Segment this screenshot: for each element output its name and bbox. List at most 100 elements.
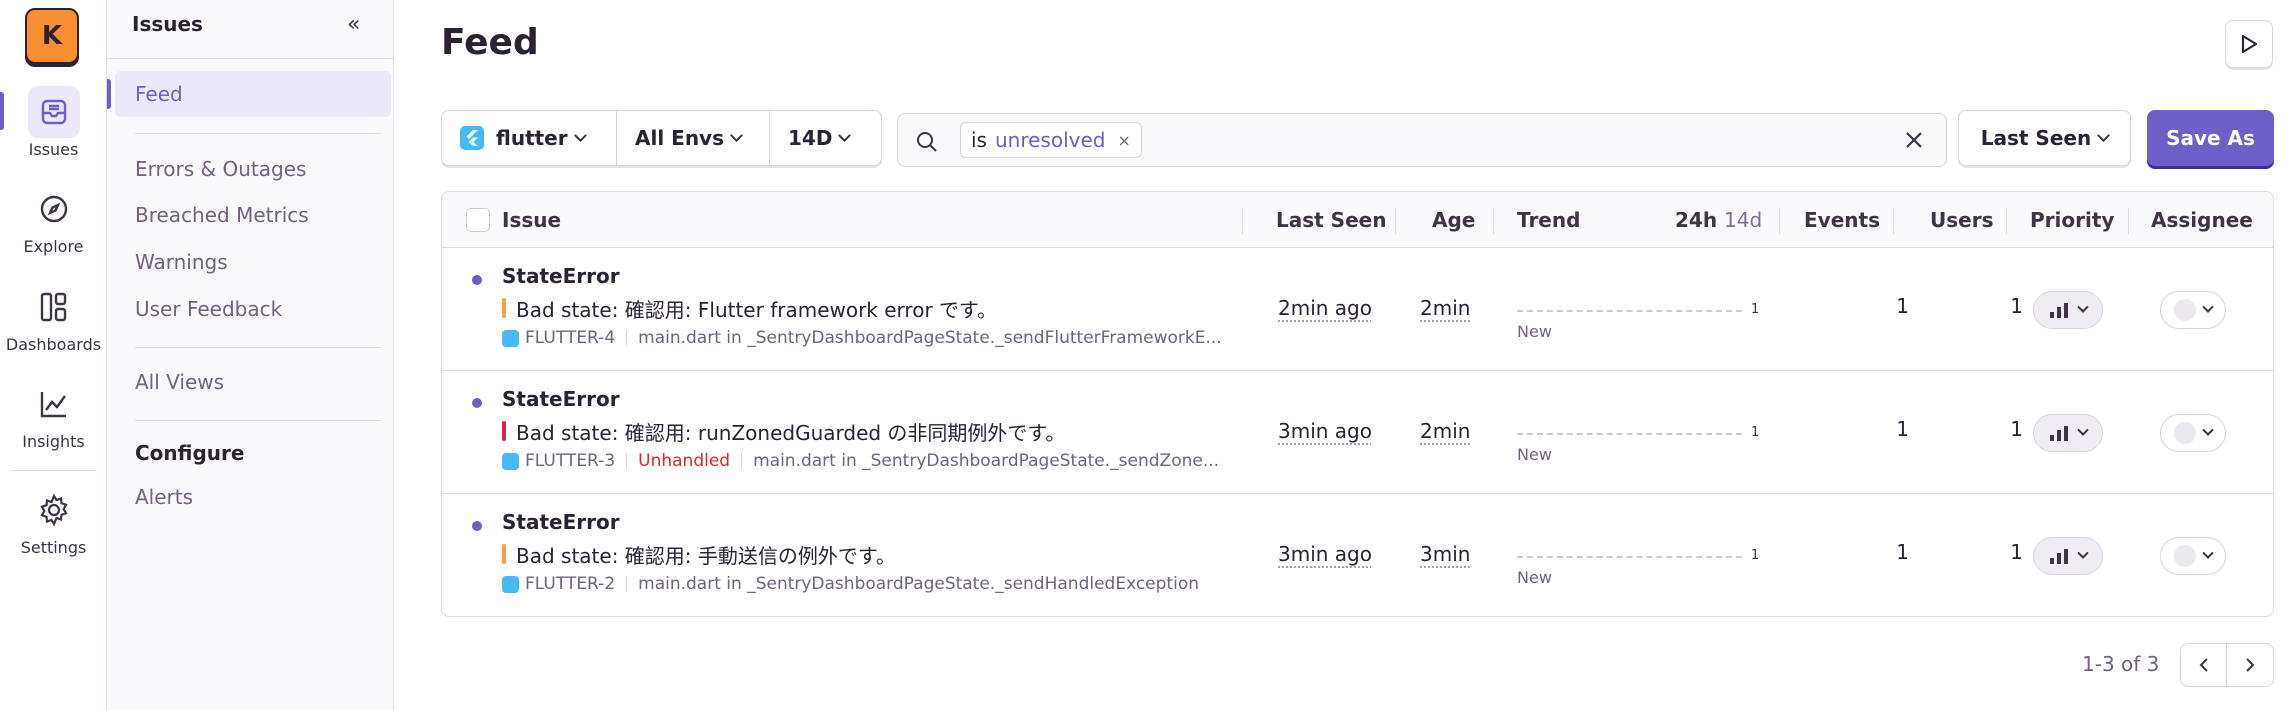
unassigned-avatar: [2174, 545, 2196, 567]
last-seen-value[interactable]: 3min ago: [1278, 419, 1372, 443]
users-count: 1: [2010, 417, 2023, 441]
gear-icon: [28, 484, 80, 536]
subnav-item-warnings[interactable]: Warnings: [115, 239, 391, 285]
chevron-down-icon: [2202, 424, 2214, 436]
table-header: Issue Last Seen Age Trend 24h 14d Events…: [442, 192, 2273, 248]
previous-page-button[interactable]: [2181, 644, 2228, 686]
rail-item-explore[interactable]: Explore: [0, 183, 107, 273]
issue-message: Bad state: 確認用: runZonedGuarded の非同期例外です…: [516, 421, 1066, 445]
events-count: 1: [1896, 294, 1909, 318]
short-id[interactable]: FLUTTER-4: [525, 328, 615, 348]
chevron-down-icon: [2077, 301, 2089, 313]
priority-bars-icon: [2050, 549, 2068, 564]
flutter-logo-icon: [502, 452, 519, 470]
unread-indicator: [472, 275, 482, 285]
table-row[interactable]: StateError Bad state: 確認用: runZonedGuard…: [442, 371, 2273, 494]
trend-24h-toggle[interactable]: 24h: [1675, 208, 1717, 232]
level-indicator: [502, 421, 506, 441]
issue-title[interactable]: StateError: [502, 264, 620, 288]
token-value[interactable]: unresolved: [995, 128, 1106, 152]
header-assignee: Assignee: [2151, 208, 2253, 232]
unhandled-badge: Unhandled: [638, 451, 731, 471]
subnav-item-user-feedback[interactable]: User Feedback: [115, 286, 391, 332]
subnav-item-feed[interactable]: Feed: [107, 71, 391, 117]
header-last-seen[interactable]: Last Seen: [1276, 208, 1386, 232]
environment-selector[interactable]: All Envs: [617, 111, 770, 165]
chevron-down-icon: [573, 128, 587, 142]
chevron-down-icon: [730, 128, 743, 142]
rail-divider: [10, 470, 96, 471]
table-row[interactable]: StateError Bad state: 確認用: 手動送信の例外です。 FL…: [442, 494, 2273, 616]
age-value[interactable]: 3min: [1420, 542, 1470, 566]
date-range-selector[interactable]: 14D: [770, 111, 881, 165]
play-button[interactable]: [2225, 20, 2273, 68]
header-age[interactable]: Age: [1432, 208, 1475, 232]
priority-selector[interactable]: [2033, 537, 2103, 575]
pagination-controls: [2180, 643, 2274, 687]
issue-search-bar[interactable]: is unresolved ×: [897, 113, 1947, 167]
short-id[interactable]: FLUTTER-2: [525, 574, 615, 594]
table-row[interactable]: StateError Bad state: 確認用: Flutter frame…: [442, 248, 2273, 371]
rail-label: Settings: [20, 538, 87, 557]
header-trend: Trend: [1517, 208, 1581, 232]
issue-table: Issue Last Seen Age Trend 24h 14d Events…: [441, 191, 2274, 617]
subnav-item-alerts[interactable]: Alerts: [115, 474, 391, 520]
subnav-item-all-views[interactable]: All Views: [115, 359, 391, 405]
subnav-item-breached-metrics[interactable]: Breached Metrics: [115, 192, 391, 238]
last-seen-value[interactable]: 2min ago: [1278, 296, 1372, 320]
compass-icon: [28, 183, 80, 235]
issue-meta: FLUTTER-4 main.dart in _SentryDashboardP…: [502, 328, 1222, 348]
rail-item-issues[interactable]: Issues: [0, 86, 107, 176]
assignee-selector[interactable]: [2160, 291, 2226, 329]
flutter-logo-icon: [502, 575, 519, 593]
issue-title[interactable]: StateError: [502, 387, 620, 411]
unassigned-avatar: [2174, 422, 2196, 444]
select-all-checkbox[interactable]: [466, 208, 490, 232]
age-value[interactable]: 2min: [1420, 419, 1470, 443]
remove-token-icon[interactable]: ×: [1117, 131, 1130, 150]
header-users[interactable]: Users: [1930, 208, 1993, 232]
primary-sidebar: K Issues Explore Dashboards Insights Set…: [0, 0, 107, 710]
clear-search-icon[interactable]: [1904, 130, 1924, 150]
age-value[interactable]: 2min: [1420, 296, 1470, 320]
short-id[interactable]: FLUTTER-3: [525, 451, 615, 471]
trend-new-label: New: [1517, 445, 1552, 464]
search-token[interactable]: is unresolved ×: [960, 122, 1142, 158]
trend-new-label: New: [1517, 568, 1552, 587]
next-page-button[interactable]: [2227, 644, 2273, 686]
play-icon: [2241, 34, 2258, 54]
trend-value: 1: [1751, 425, 1760, 440]
token-key: is: [971, 128, 987, 152]
flutter-logo-icon: [502, 329, 519, 347]
assignee-selector[interactable]: [2160, 537, 2226, 575]
collapse-sidebar-icon[interactable]: «: [347, 12, 360, 37]
search-input[interactable]: [1153, 120, 1904, 160]
header-events[interactable]: Events: [1804, 208, 1880, 232]
rail-item-dashboards[interactable]: Dashboards: [0, 281, 107, 371]
issue-title[interactable]: StateError: [502, 510, 620, 534]
users-count: 1: [2010, 540, 2023, 564]
rail-item-settings[interactable]: Settings: [0, 484, 107, 574]
last-seen-value[interactable]: 3min ago: [1278, 542, 1372, 566]
rail-item-insights[interactable]: Insights: [0, 378, 107, 468]
project-selector[interactable]: flutter: [442, 111, 617, 165]
priority-selector[interactable]: [2033, 291, 2103, 329]
env-label: All Envs: [635, 126, 724, 150]
priority-selector[interactable]: [2033, 414, 2103, 452]
issue-message: Bad state: 確認用: 手動送信の例外です。: [516, 544, 896, 568]
assignee-selector[interactable]: [2160, 414, 2226, 452]
trend-value: 1: [1751, 302, 1760, 317]
header-priority[interactable]: Priority: [2030, 208, 2114, 232]
priority-bars-icon: [2050, 426, 2068, 441]
level-indicator: [502, 298, 506, 318]
trend-14d-toggle[interactable]: 14d: [1724, 208, 1762, 232]
project-label: flutter: [496, 126, 568, 150]
sort-label: Last Seen: [1980, 126, 2092, 150]
org-avatar[interactable]: K: [25, 8, 79, 64]
chevron-down-icon: [2077, 424, 2089, 436]
save-as-button[interactable]: Save As: [2147, 110, 2274, 166]
subnav-item-errors-outages[interactable]: Errors & Outages: [115, 146, 391, 192]
graph-icon: [28, 378, 80, 430]
subnav-title: Issues: [132, 12, 203, 36]
sort-selector[interactable]: Last Seen: [1958, 110, 2131, 166]
